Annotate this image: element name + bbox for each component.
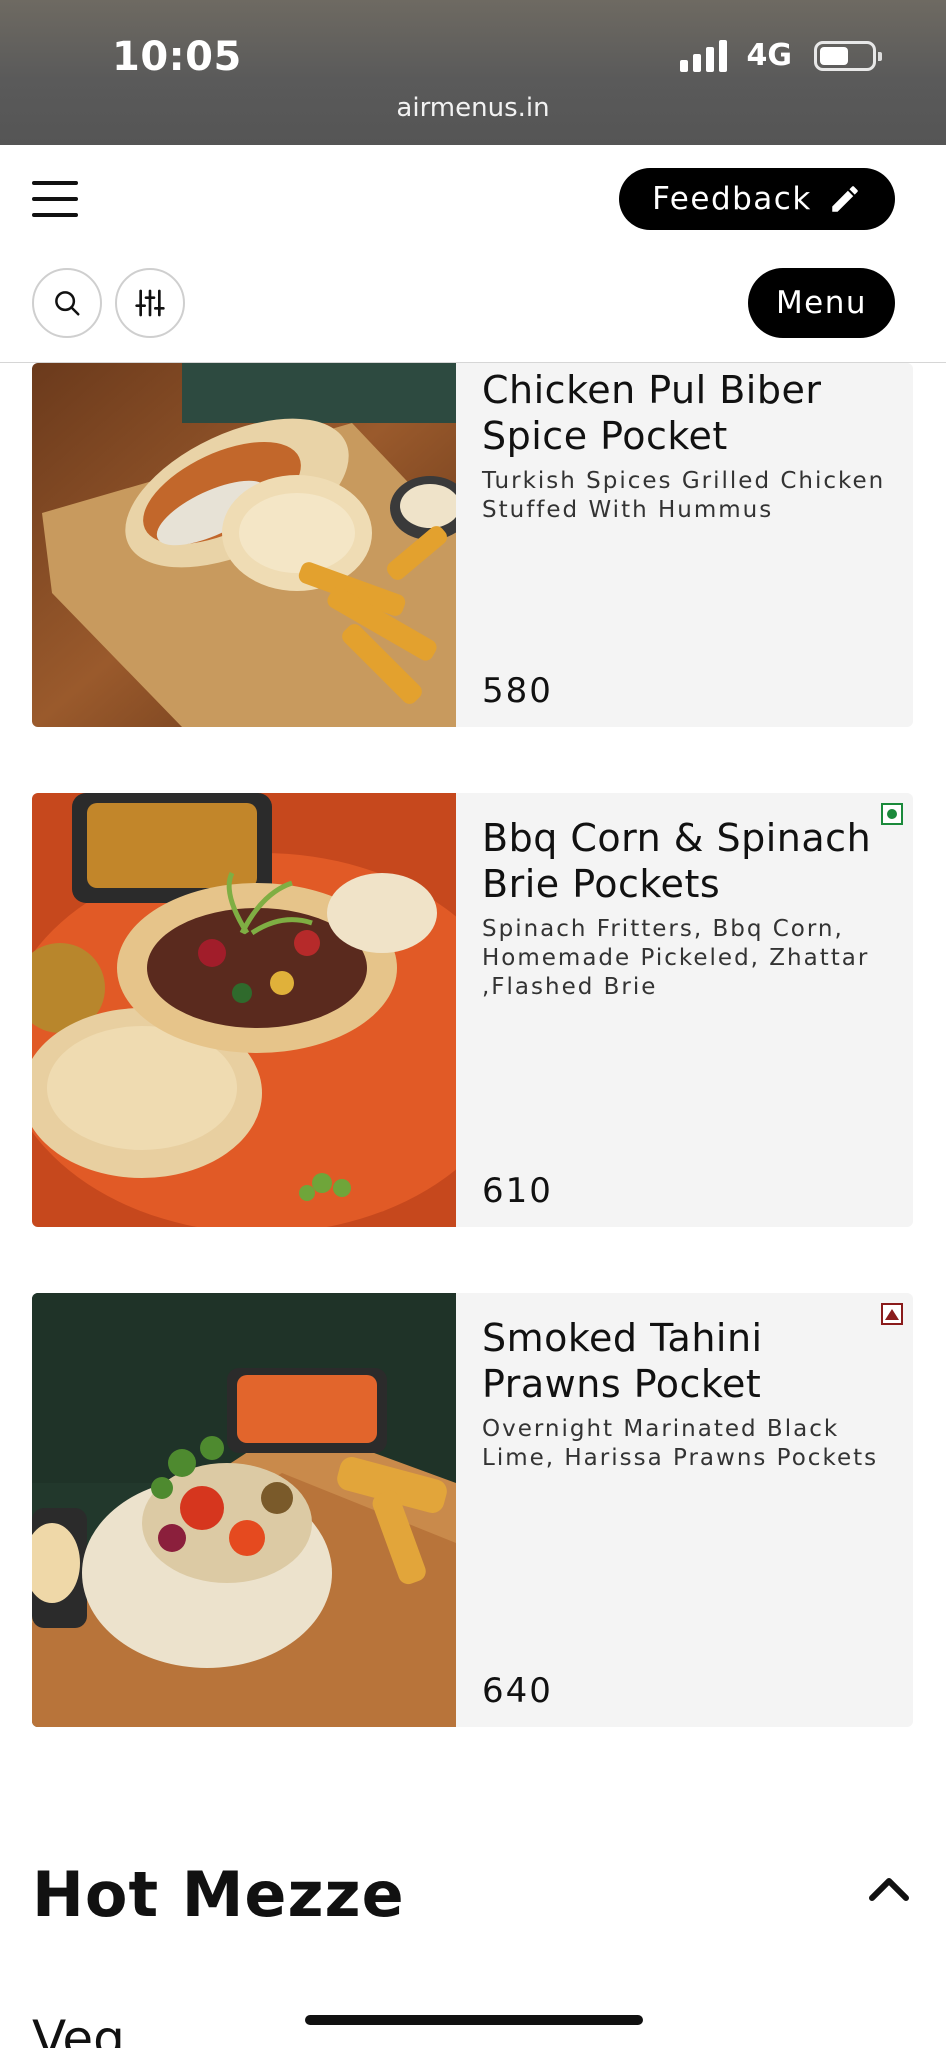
sliders-icon — [135, 289, 165, 317]
menu-button[interactable]: Menu — [748, 268, 895, 338]
status-bar: 10:05 4G airmenus.in — [0, 0, 946, 145]
dish-description: Turkish Spices Grilled Chicken Stuffed W… — [482, 468, 886, 523]
dish-info: Smoked Tahini Prawns Pocket Overnight Ma… — [482, 1293, 895, 1727]
dish-name: Chicken Pul Biber Spice Pocket — [482, 368, 822, 458]
feedback-button[interactable]: Feedback — [619, 168, 895, 230]
network-type: 4G — [746, 38, 793, 73]
dish-photo — [32, 363, 456, 727]
signal-bars-icon — [679, 39, 727, 72]
dish-photo — [32, 1293, 456, 1727]
dish-name: Bbq Corn & Spinach Brie Pockets — [482, 816, 872, 906]
dish-price: 610 — [482, 1171, 553, 1211]
status-icons: 4G — [679, 38, 882, 73]
dish-price: 580 — [482, 671, 553, 711]
search-icon — [55, 291, 80, 316]
home-indicator[interactable] — [305, 2015, 643, 2025]
dish-price: 640 — [482, 1671, 553, 1711]
subsection-title[interactable]: Veg — [32, 2010, 125, 2048]
menu-item-card[interactable]: Bbq Corn & Spinach Brie Pockets Spinach … — [32, 793, 913, 1227]
dish-description: Overnight Marinated Black Lime, Harissa … — [482, 1416, 879, 1471]
dish-info: Chicken Pul Biber Spice Pocket Turkish S… — [482, 363, 895, 727]
dish-photo — [32, 793, 456, 1227]
dish-info: Bbq Corn & Spinach Brie Pockets Spinach … — [482, 793, 895, 1227]
feedback-label: Feedback — [652, 181, 812, 217]
dish-name: Smoked Tahini Prawns Pocket — [482, 1316, 763, 1406]
dish-description: Spinach Fritters, Bbq Corn, Homemade Pic… — [482, 916, 870, 1000]
menu-item-card[interactable]: Smoked Tahini Prawns Pocket Overnight Ma… — [32, 1293, 913, 1727]
search-button[interactable] — [32, 268, 102, 338]
menu-item-card[interactable]: Chicken Pul Biber Spice Pocket Turkish S… — [32, 363, 913, 727]
pencil-icon — [832, 186, 858, 212]
app-header: Feedback Menu — [0, 145, 946, 363]
section-title[interactable]: Hot Mezze — [32, 1858, 405, 1931]
battery-icon — [814, 40, 882, 71]
filter-button[interactable] — [115, 268, 185, 338]
status-time: 10:05 — [112, 34, 242, 80]
hamburger-icon[interactable] — [32, 181, 78, 217]
address-bar-url[interactable]: airmenus.in — [0, 93, 946, 123]
chevron-up-icon[interactable] — [868, 1874, 910, 1906]
